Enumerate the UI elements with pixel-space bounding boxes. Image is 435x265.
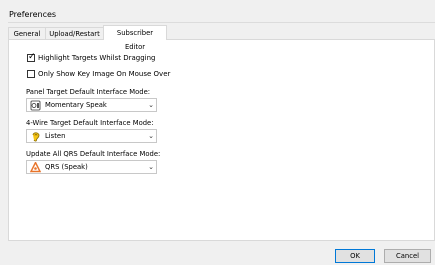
- key-image-label: Only Show Key Image On Mouse Over: [38, 70, 171, 78]
- highlight-targets-label: Highlight Targets Whilst Dragging: [38, 54, 156, 62]
- highlight-targets-checkbox[interactable]: ✓: [27, 52, 36, 62]
- fourwire-target-value: Listen: [45, 132, 66, 140]
- key-image-option[interactable]: Only Show Key Image On Mouse Over: [27, 70, 170, 78]
- tab-general[interactable]: General: [8, 27, 46, 39]
- settings-panel: ✓ Highlight Targets Whilst Dragging Only…: [8, 39, 435, 241]
- speaker-panel-icon: [30, 100, 41, 111]
- panel-target-dropdown[interactable]: Momentary Speak ⌄: [26, 98, 157, 112]
- qrs-mode-dropdown[interactable]: QRS (Speak) ⌄: [26, 160, 157, 174]
- highlight-targets-option[interactable]: ✓ Highlight Targets Whilst Dragging: [27, 52, 156, 62]
- window-title: Preferences: [9, 10, 57, 19]
- qrs-mode-value: QRS (Speak): [45, 163, 88, 171]
- fourwire-target-dropdown[interactable]: Listen ⌄: [26, 129, 157, 143]
- ok-button[interactable]: OK: [335, 249, 375, 263]
- panel-target-value: Momentary Speak: [45, 101, 107, 109]
- chevron-down-icon: ⌄: [148, 101, 154, 109]
- title-divider: [8, 22, 435, 23]
- key-image-checkbox[interactable]: [27, 70, 35, 78]
- fourwire-target-label: 4-Wire Target Default Interface Mode:: [26, 119, 154, 127]
- qrs-speak-icon: [30, 161, 41, 173]
- checkmark-icon: ✓: [28, 52, 36, 62]
- cancel-button[interactable]: Cancel: [384, 249, 431, 263]
- tab-upload-restart[interactable]: Upload/Restart: [45, 27, 104, 39]
- listen-ear-icon: [30, 131, 41, 142]
- chevron-down-icon: ⌄: [148, 132, 154, 140]
- qrs-mode-label: Update All QRS Default Interface Mode:: [26, 150, 161, 158]
- tab-subscriber-editor[interactable]: Subscriber Editor: [103, 25, 167, 51]
- panel-target-label: Panel Target Default Interface Mode:: [26, 88, 151, 96]
- chevron-down-icon: ⌄: [148, 163, 154, 171]
